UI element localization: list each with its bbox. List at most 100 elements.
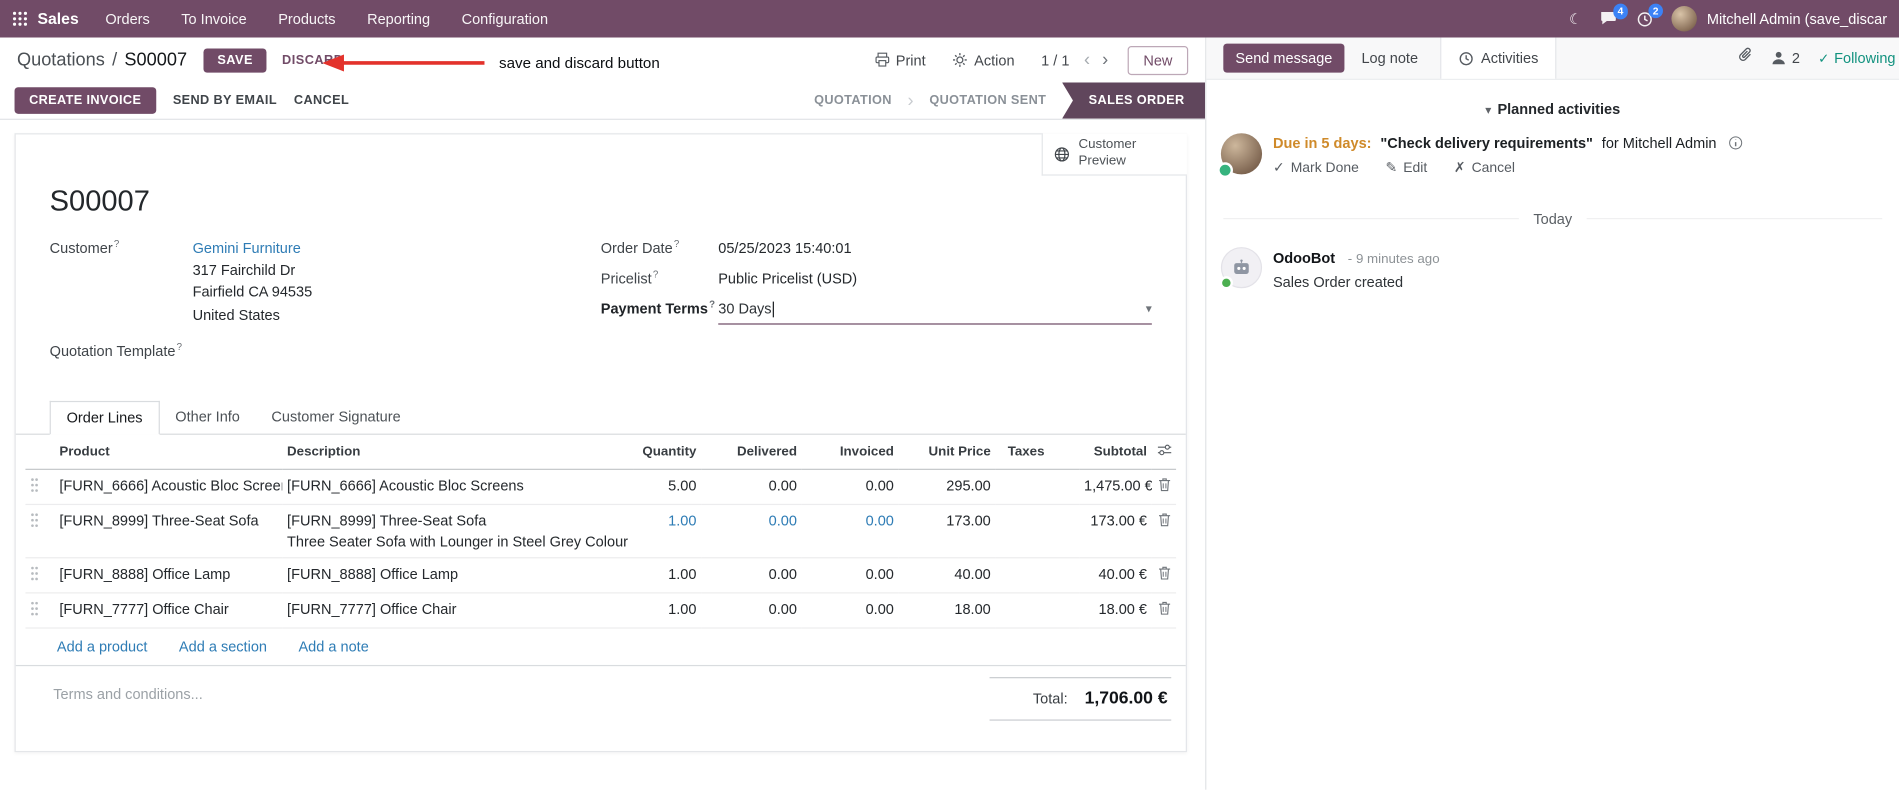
drag-handle-icon[interactable] [25, 557, 55, 594]
cell-invoiced[interactable]: 0.00 [801, 557, 899, 594]
print-button[interactable]: Print [874, 51, 926, 68]
cell-description[interactable]: [FURN_8888] Office Lamp [282, 557, 634, 594]
tab-other-info[interactable]: Other Info [160, 401, 256, 434]
dropdown-caret-icon[interactable]: ▾ [1146, 301, 1152, 317]
message-timestamp: - 9 minutes ago [1347, 251, 1440, 267]
activities-clock-icon[interactable]: 2 [1637, 3, 1664, 27]
app-name[interactable]: Sales [38, 10, 79, 28]
optional-columns-icon[interactable] [1151, 434, 1177, 470]
add-a-note-link[interactable]: Add a note [298, 638, 368, 655]
payment-terms-input[interactable]: 30 Days ▾ [718, 300, 1152, 325]
cell-taxes[interactable] [995, 592, 1080, 629]
pager-prev-icon[interactable]: ‹ [1084, 51, 1090, 69]
cell-taxes[interactable] [995, 469, 1080, 505]
breadcrumb-quotations[interactable]: Quotations [17, 50, 105, 71]
cell-product[interactable]: [FURN_8888] Office Lamp [54, 557, 283, 594]
menu-reporting[interactable]: Reporting [367, 10, 430, 27]
annotation-text: save and discard button [499, 54, 660, 72]
tab-customer-signature[interactable]: Customer Signature [256, 401, 417, 434]
chatter-header-right: 2 ✓ Following [1739, 47, 1899, 69]
followers-button[interactable]: 2 [1771, 50, 1800, 67]
activity-summary: "Check delivery requirements" [1380, 134, 1593, 152]
messages-icon[interactable]: 4 [1600, 3, 1629, 27]
delete-row-icon[interactable] [1151, 557, 1177, 594]
drag-handle-icon[interactable] [25, 504, 55, 559]
stage-quotation-sent[interactable]: QUOTATION SENT [914, 82, 1062, 118]
cell-invoiced[interactable]: 0.00 [801, 504, 899, 559]
cell-delivered[interactable]: 0.00 [701, 557, 802, 594]
cancel-activity-button[interactable]: ✗ Cancel [1454, 158, 1515, 177]
drag-handle-icon[interactable] [25, 469, 55, 505]
cell-taxes[interactable] [995, 557, 1080, 594]
activities-tab[interactable]: Activities [1439, 37, 1557, 79]
customer-field: Customer? Gemini Furniture 317 Fairchild… [50, 239, 601, 325]
user-name[interactable]: Mitchell Admin (save_discar [1707, 10, 1887, 27]
save-button[interactable]: SAVE [204, 47, 267, 73]
cell-quantity[interactable]: 1.00 [633, 504, 702, 559]
cell-quantity[interactable]: 5.00 [633, 469, 702, 505]
drag-handle-icon[interactable] [25, 592, 55, 629]
header-buttons: CREATE INVOICE SEND BY EMAIL CANCEL [0, 82, 349, 118]
address-line: 317 Fairchild Dr [192, 261, 296, 279]
attachment-icon[interactable] [1739, 47, 1754, 69]
add-a-section-link[interactable]: Add a section [179, 638, 267, 655]
stage-sales-order[interactable]: SALES ORDER [1062, 82, 1206, 119]
delete-row-icon[interactable] [1151, 504, 1177, 559]
cell-delivered[interactable]: 0.00 [701, 469, 802, 505]
create-invoice-button[interactable]: CREATE INVOICE [14, 87, 156, 114]
info-icon[interactable] [1728, 136, 1743, 151]
cancel-button[interactable]: CANCEL [294, 93, 349, 108]
cell-unit-price[interactable]: 295.00 [898, 469, 996, 505]
quotation-template-field[interactable]: Quotation Template? [50, 341, 601, 361]
online-status-dot [1219, 276, 1234, 290]
planned-activities-header[interactable]: ▾ Planned activities [1206, 101, 1899, 118]
cell-delivered[interactable]: 0.00 [701, 504, 802, 559]
cell-product[interactable]: [FURN_7777] Office Chair [54, 592, 283, 629]
action-button[interactable]: Action [952, 51, 1015, 68]
order-date-value[interactable]: 05/25/2023 15:40:01 [718, 239, 851, 259]
menu-products[interactable]: Products [278, 10, 335, 27]
delete-row-icon[interactable] [1151, 469, 1177, 505]
pricelist-value[interactable]: Public Pricelist (USD) [718, 269, 857, 289]
add-a-product-link[interactable]: Add a product [57, 638, 147, 655]
cell-product[interactable]: [FURN_8999] Three-Seat Sofa [54, 504, 283, 559]
activities-badge: 2 [1647, 3, 1664, 19]
cell-unit-price[interactable]: 40.00 [898, 557, 996, 594]
menu-to-invoice[interactable]: To Invoice [181, 10, 246, 27]
cell-taxes[interactable] [995, 504, 1080, 559]
cell-invoiced[interactable]: 0.00 [801, 469, 899, 505]
pager-next-icon[interactable]: › [1102, 51, 1108, 69]
following-button[interactable]: ✓ Following [1818, 50, 1895, 67]
menu-orders[interactable]: Orders [105, 10, 149, 27]
cell-unit-price[interactable]: 18.00 [898, 592, 996, 629]
delete-row-icon[interactable] [1151, 592, 1177, 629]
cell-delivered[interactable]: 0.00 [701, 592, 802, 629]
cell-description[interactable]: [FURN_8999] Three-Seat Sofa Three Seater… [282, 504, 634, 559]
discard-button[interactable]: DISCARD [282, 53, 343, 68]
apps-grid-icon[interactable] [12, 11, 28, 27]
customer-link[interactable]: Gemini Furniture [193, 240, 301, 257]
edit-activity-button[interactable]: ✎ Edit [1385, 158, 1427, 177]
customer-preview-button[interactable]: Customer Preview [1041, 133, 1187, 176]
tab-order-lines[interactable]: Order Lines [49, 400, 160, 435]
cell-unit-price[interactable]: 173.00 [898, 504, 996, 559]
cell-description[interactable]: [FURN_7777] Office Chair [282, 592, 634, 629]
cell-quantity[interactable]: 1.00 [633, 557, 702, 594]
order-date-label: Order Date? [600, 238, 680, 257]
log-note-button[interactable]: Log note [1361, 50, 1418, 67]
cell-description[interactable]: [FURN_6666] Acoustic Bloc Screens [282, 469, 634, 505]
send-message-button[interactable]: Send message [1223, 43, 1345, 73]
terms-placeholder[interactable]: Terms and conditions... [53, 677, 202, 702]
mark-done-button[interactable]: ✓ Mark Done [1273, 158, 1359, 177]
send-by-email-button[interactable]: SEND BY EMAIL [173, 93, 277, 108]
chatter-message: OdooBot - 9 minutes ago Sales Order crea… [1219, 246, 1882, 291]
cell-quantity[interactable]: 1.00 [633, 592, 702, 629]
user-avatar[interactable] [1671, 6, 1698, 32]
pager-counter[interactable]: 1 / 1 [1041, 51, 1069, 68]
menu-configuration[interactable]: Configuration [462, 10, 548, 27]
cell-invoiced[interactable]: 0.00 [801, 592, 899, 629]
stage-quotation[interactable]: QUOTATION [798, 82, 907, 118]
cell-product[interactable]: [FURN_6666] Acoustic Bloc Screens [54, 469, 283, 505]
new-button[interactable]: New [1127, 45, 1189, 75]
moon-icon[interactable]: ☾ [1569, 10, 1582, 27]
